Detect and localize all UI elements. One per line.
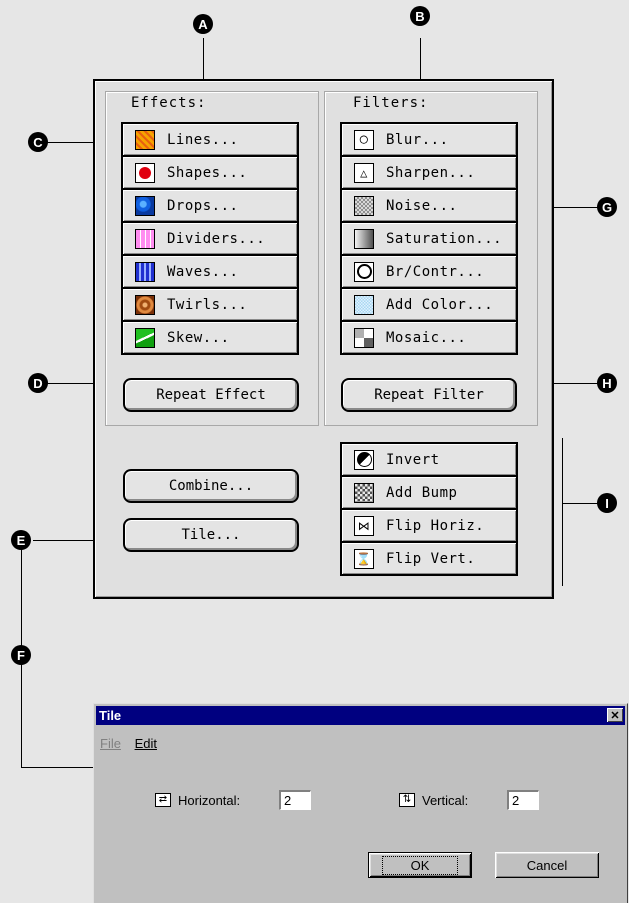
callout-a: A [193,14,213,34]
invert-icon [354,449,374,470]
horizontal-tile-icon: ⇄ [155,793,171,807]
dialog-menubar: File Edit [100,736,167,751]
callout-e: E [11,530,31,550]
effects-list: Lines... Shapes... Drops... Dividers... … [121,122,299,355]
vertical-label: Vertical: [422,793,469,808]
dialog-title: Tile [99,708,122,723]
dividers-icon [135,228,155,249]
ok-label: OK [381,855,459,875]
callout-b: B [410,6,430,26]
effect-lines[interactable]: Lines... [123,124,297,155]
callout-g: G [597,197,617,217]
callout-f-line-horizontal [21,767,93,768]
twirls-icon [135,294,155,315]
vertical-tile-icon: ⇅ [399,793,415,807]
callout-i-line [562,503,600,504]
transforms-list: Invert Add Bump ⋈ Flip Horiz. ⌛ Flip Ver… [340,442,518,576]
add-color-icon [354,294,374,315]
saturation-icon [354,228,374,249]
filters-list: ◯ Blur... △ Sharpen... Noise... Saturati… [340,122,518,355]
filter-blur[interactable]: ◯ Blur... [342,124,516,155]
menu-edit[interactable]: Edit [135,736,157,751]
filters-label: Filters: [353,95,429,111]
filter-noise[interactable]: Noise... [342,190,516,221]
close-icon[interactable]: ✕ [607,708,623,722]
add-bump-icon [354,482,374,503]
cancel-button[interactable]: Cancel [495,852,599,878]
effect-twirls[interactable]: Twirls... [123,289,297,320]
flip-horizontal-icon: ⋈ [354,515,374,536]
callout-f: F [11,645,31,665]
sharpen-icon: △ [354,162,374,183]
effect-waves[interactable]: Waves... [123,256,297,287]
repeat-filter-button[interactable]: Repeat Filter [341,378,517,412]
tile-dialog: Tile ✕ File Edit ⇄ Horizontal: 2 ⇅ Verti… [93,703,628,903]
effect-skew[interactable]: Skew... [123,322,297,353]
mosaic-icon [354,327,374,348]
vertical-input[interactable]: 2 [507,790,539,810]
lines-icon [135,129,155,150]
transform-flip-horizontal[interactable]: ⋈ Flip Horiz. [342,510,516,541]
menu-file[interactable]: File [100,736,121,751]
effects-palette: Effects: Lines... Shapes... Drops... Div… [93,79,554,599]
transform-flip-vertical[interactable]: ⌛ Flip Vert. [342,543,516,574]
drops-icon [135,195,155,216]
transform-invert[interactable]: Invert [342,444,516,475]
skew-icon [135,327,155,348]
callout-i: I [597,493,617,513]
horizontal-input[interactable]: 2 [279,790,311,810]
effect-drops[interactable]: Drops... [123,190,297,221]
effect-dividers[interactable]: Dividers... [123,223,297,254]
transform-add-bump[interactable]: Add Bump [342,477,516,508]
callout-d: D [28,373,48,393]
combine-button[interactable]: Combine... [123,469,299,503]
filter-mosaic[interactable]: Mosaic... [342,322,516,353]
filter-brightness-contrast[interactable]: Br/Contr... [342,256,516,287]
callout-h: H [597,373,617,393]
brightness-contrast-icon [354,261,374,282]
filter-sharpen[interactable]: △ Sharpen... [342,157,516,188]
filter-saturation[interactable]: Saturation... [342,223,516,254]
noise-icon [354,195,374,216]
filter-add-color[interactable]: Add Color... [342,289,516,320]
tile-button[interactable]: Tile... [123,518,299,552]
flip-vertical-icon: ⌛ [354,548,374,569]
effects-label: Effects: [131,95,207,111]
ok-button[interactable]: OK [368,852,472,878]
effect-shapes[interactable]: Shapes... [123,157,297,188]
dialog-titlebar: Tile ✕ [96,706,625,725]
callout-c: C [28,132,48,152]
waves-icon [135,261,155,282]
repeat-effect-button[interactable]: Repeat Effect [123,378,299,412]
callout-i-bracket [562,438,563,586]
blur-icon: ◯ [354,129,374,150]
shapes-icon [135,162,155,183]
horizontal-label: Horizontal: [178,793,241,808]
